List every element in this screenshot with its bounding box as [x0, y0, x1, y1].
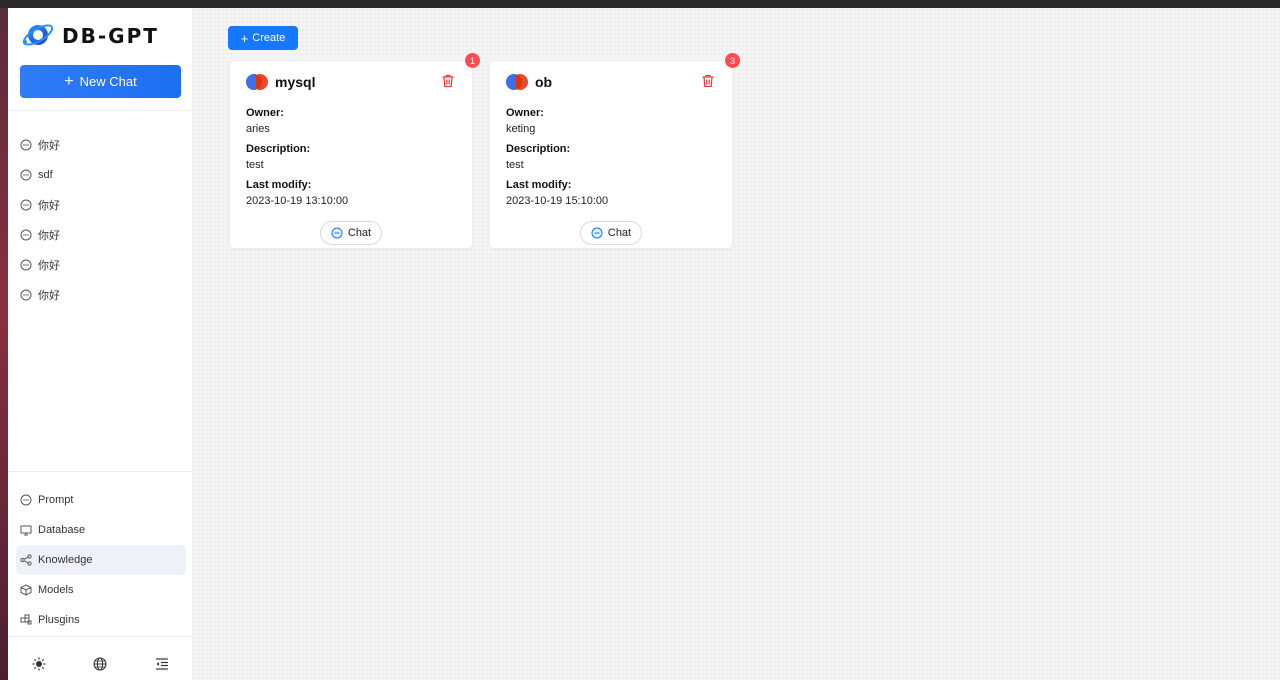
last-modify-value: 2023-10-19 15:10:00: [506, 195, 609, 207]
sidebar: DB-GPT + New Chat 你好 sdf 你好 你好 你好 你好 Pro…: [8, 8, 193, 680]
count-badge: 1: [465, 53, 480, 68]
owner-field: Owner: aries: [246, 107, 284, 135]
description-value: test: [246, 159, 264, 171]
conversation-title: 你好: [38, 260, 60, 272]
conversation-title: 你好: [38, 200, 60, 212]
menu-item-label: Prompt: [38, 494, 74, 506]
conversation-title: 你好: [38, 140, 60, 152]
conversation-title: 你好: [38, 290, 60, 302]
database-logo-icon: [506, 74, 528, 90]
chat-bubble-icon: [20, 229, 32, 241]
window-top-bar: [0, 0, 1280, 8]
collapse-menu-icon[interactable]: [155, 657, 169, 671]
last-modify-field: Last modify: 2023-10-19 15:10:00: [506, 179, 608, 207]
database-name: mysql: [275, 74, 316, 90]
menu-item-models[interactable]: Models: [16, 575, 186, 605]
plus-icon: +: [240, 30, 249, 46]
chat-bubble-icon: [20, 199, 32, 211]
chat-bubble-icon: [20, 494, 32, 506]
database-card[interactable]: 3 ob Owner: keting Description: test Las…: [489, 53, 740, 249]
app-logo[interactable]: DB-GPT: [20, 20, 180, 52]
last-modify-label: Last modify:: [246, 179, 312, 191]
last-modify-label: Last modify:: [506, 179, 572, 191]
divider: [8, 110, 193, 111]
last-modify-value: 2023-10-19 13:10:00: [246, 195, 349, 207]
conversation-title: sdf: [38, 169, 53, 181]
conversation-item[interactable]: 你好: [20, 280, 185, 310]
conversation-item[interactable]: 你好: [20, 250, 185, 280]
logo-icon: [20, 19, 56, 54]
owner-label: Owner:: [246, 107, 284, 119]
logo-text: DB-GPT: [62, 24, 159, 48]
card-header: mysql: [246, 74, 315, 90]
delete-icon[interactable]: [701, 74, 715, 88]
create-label: Create: [252, 32, 286, 44]
menu-item-label: Plusgins: [38, 614, 80, 626]
chat-button[interactable]: Chat: [320, 221, 382, 245]
divider: [8, 636, 193, 637]
menu-item-plugins[interactable]: Plusgins: [16, 605, 186, 635]
conversation-list: 你好 sdf 你好 你好 你好 你好: [20, 130, 185, 310]
plus-icon: +: [64, 72, 74, 90]
description-label: Description:: [506, 143, 571, 155]
chat-bubble-icon: [20, 139, 32, 151]
divider: [8, 471, 193, 472]
menu-item-label: Database: [38, 524, 86, 536]
chat-label: Chat: [607, 227, 632, 239]
owner-label: Owner:: [506, 107, 544, 119]
owner-field: Owner: keting: [506, 107, 544, 135]
chat-bubble-icon: [20, 259, 32, 271]
cube-icon: [20, 584, 32, 596]
new-chat-button[interactable]: + New Chat: [20, 65, 181, 98]
owner-value: keting: [506, 123, 536, 135]
database-name: ob: [535, 74, 553, 90]
globe-icon[interactable]: [93, 657, 108, 671]
create-button[interactable]: + Create: [228, 26, 298, 50]
chat-bubble-icon: [331, 227, 343, 239]
desktop-background: [0, 8, 8, 680]
chat-label: Chat: [347, 227, 372, 239]
conversation-item[interactable]: sdf: [20, 160, 185, 190]
menu-item-prompt[interactable]: Prompt: [16, 485, 186, 515]
delete-icon[interactable]: [441, 74, 455, 88]
database-logo-icon: [246, 74, 268, 90]
description-field: Description: test: [246, 143, 310, 171]
description-field: Description: test: [506, 143, 570, 171]
owner-value: aries: [246, 123, 270, 135]
main-content: + Create 1 mysql Owner: aries Descriptio…: [193, 8, 1280, 680]
puzzle-icon: [20, 614, 32, 626]
conversation-title: 你好: [38, 230, 60, 242]
chat-bubble-icon: [20, 169, 32, 181]
sun-icon[interactable]: [32, 657, 46, 671]
database-card[interactable]: 1 mysql Owner: aries Description: test L…: [229, 53, 480, 249]
description-label: Description:: [246, 143, 311, 155]
monitor-icon: [20, 524, 32, 536]
menu-item-label: Models: [38, 584, 74, 596]
menu-item-database[interactable]: Database: [16, 515, 186, 545]
chat-button[interactable]: Chat: [580, 221, 642, 245]
main-menu: Prompt Database Knowledge Models Plusgin…: [16, 485, 186, 635]
new-chat-label: New Chat: [79, 74, 137, 89]
chat-bubble-icon: [20, 289, 32, 301]
description-value: test: [506, 159, 524, 171]
sidebar-footer: [8, 648, 193, 680]
menu-item-label: Knowledge: [38, 554, 93, 566]
conversation-item[interactable]: 你好: [20, 190, 185, 220]
card-header: ob: [506, 74, 552, 90]
count-badge: 3: [725, 53, 740, 68]
last-modify-field: Last modify: 2023-10-19 13:10:00: [246, 179, 348, 207]
share-nodes-icon: [20, 554, 32, 566]
chat-bubble-icon: [591, 227, 603, 239]
conversation-item[interactable]: 你好: [20, 220, 185, 250]
menu-item-knowledge[interactable]: Knowledge: [16, 545, 186, 575]
conversation-item[interactable]: 你好: [20, 130, 185, 160]
